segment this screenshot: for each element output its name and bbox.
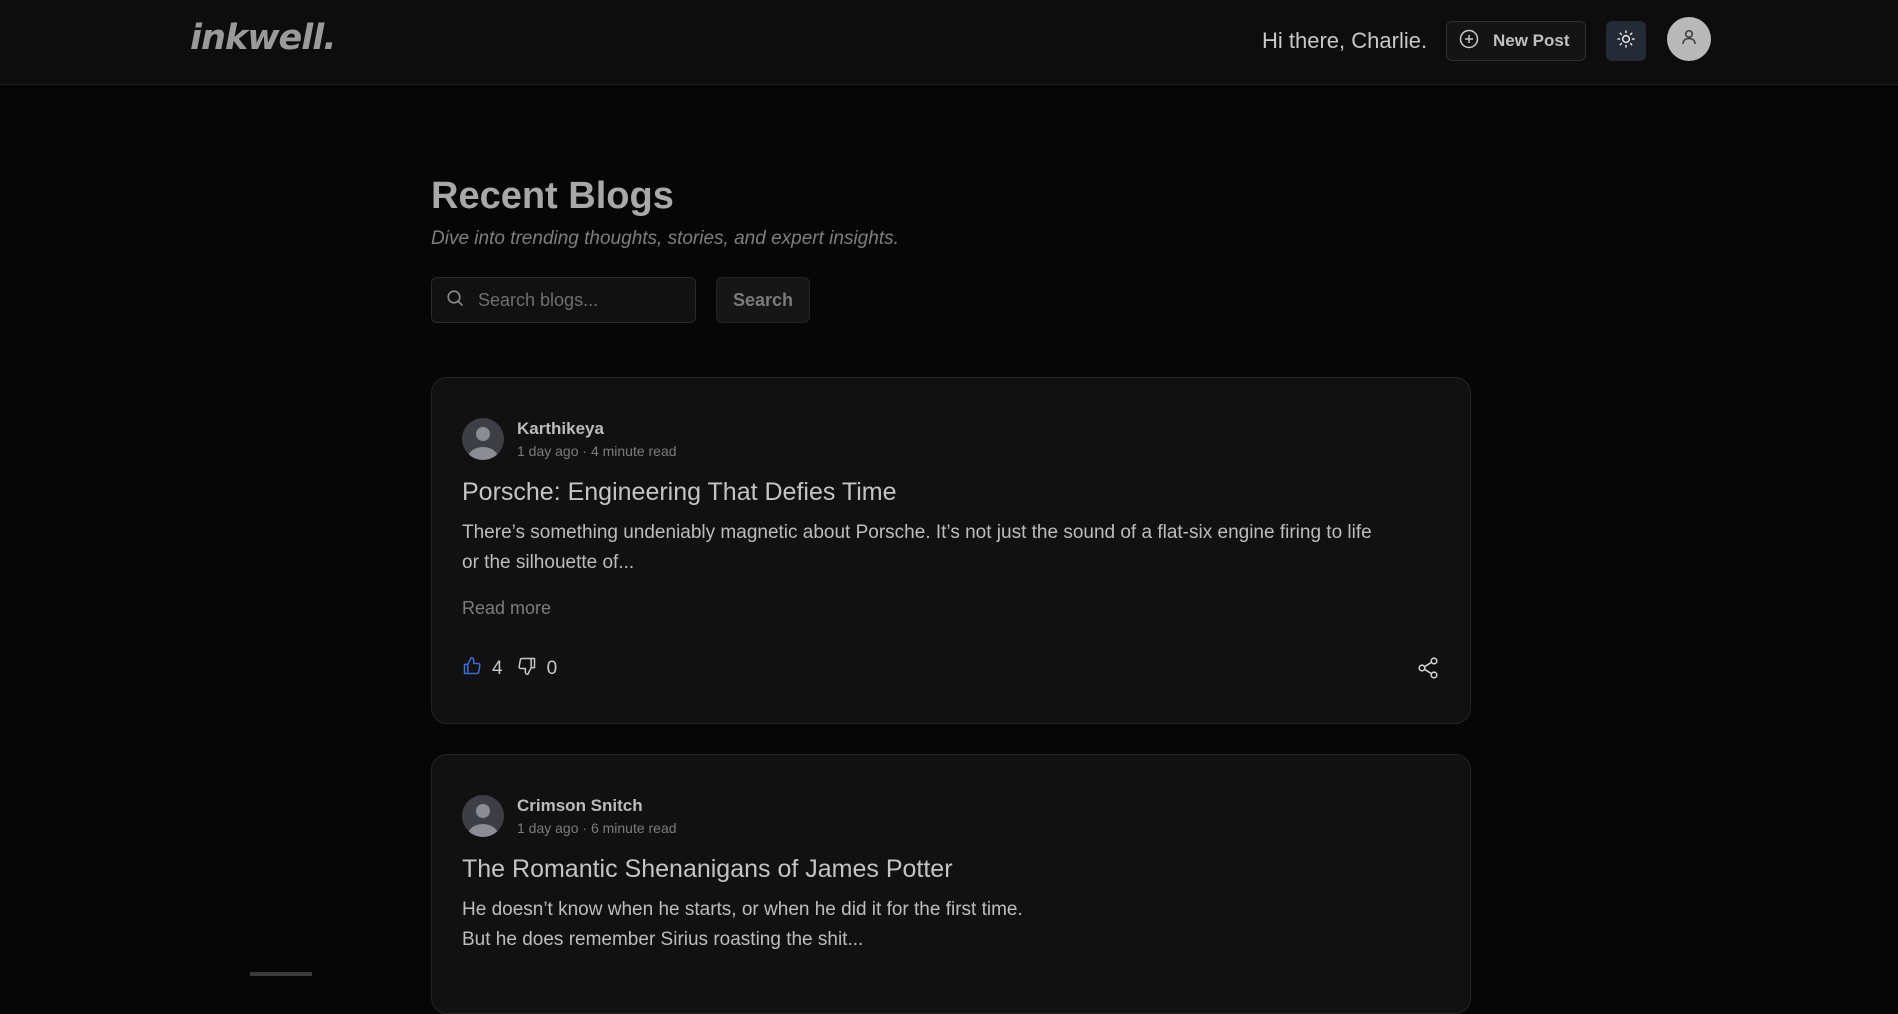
post-meta: 1 day ago · 6 minute read bbox=[517, 820, 677, 836]
read-more-link[interactable]: Read more bbox=[462, 598, 551, 619]
author-row: Crimson Snitch 1 day ago · 6 minute read bbox=[462, 795, 677, 837]
new-post-button[interactable]: New Post bbox=[1446, 21, 1586, 61]
post-title[interactable]: Porsche: Engineering That Defies Time bbox=[462, 478, 897, 507]
post-excerpt: He doesn’t know when he starts, or when … bbox=[462, 899, 1023, 950]
post-title[interactable]: The Romantic Shenanigans of James Potter bbox=[462, 855, 953, 884]
user-icon bbox=[1680, 28, 1698, 51]
plus-circle-icon bbox=[1459, 29, 1479, 54]
theme-toggle-button[interactable] bbox=[1606, 21, 1646, 61]
author-name[interactable]: Karthikeya bbox=[517, 419, 677, 439]
author-avatar[interactable] bbox=[462, 418, 504, 460]
user-greeting: Hi there, Charlie. bbox=[1262, 28, 1428, 53]
blog-post-card[interactable]: Crimson Snitch 1 day ago · 6 minute read… bbox=[431, 754, 1471, 1014]
post-excerpt: There’s something undeniably magnetic ab… bbox=[462, 522, 1372, 573]
dislike-count: 0 bbox=[546, 658, 558, 679]
page-title: Recent Blogs bbox=[431, 175, 674, 217]
post-reactions: 4 0 bbox=[462, 656, 561, 682]
share-button[interactable] bbox=[1416, 656, 1440, 685]
post-meta: 1 day ago · 4 minute read bbox=[517, 443, 677, 459]
search-box[interactable] bbox=[431, 277, 696, 323]
search-input[interactable] bbox=[476, 288, 676, 312]
user-avatar-button[interactable] bbox=[1667, 17, 1711, 61]
site-logo[interactable]: inkwell. bbox=[190, 18, 337, 58]
new-post-label: New Post bbox=[1493, 31, 1570, 50]
thumbs-down-icon[interactable] bbox=[517, 656, 537, 682]
sun-icon bbox=[1617, 29, 1635, 53]
top-navigation-bar: inkwell. Hi there, Charlie. New Post bbox=[0, 0, 1898, 85]
author-avatar[interactable] bbox=[462, 795, 504, 837]
blog-post-card[interactable]: Karthikeya 1 day ago · 4 minute read Por… bbox=[431, 377, 1471, 724]
main-content: Recent Blogs Dive into trending thoughts… bbox=[431, 170, 1471, 323]
search-row: Search bbox=[431, 277, 1471, 323]
share-icon bbox=[1416, 657, 1440, 684]
search-button[interactable]: Search bbox=[716, 277, 810, 323]
thumbs-up-icon[interactable] bbox=[462, 656, 482, 682]
author-name[interactable]: Crimson Snitch bbox=[517, 796, 677, 816]
like-count: 4 bbox=[492, 658, 503, 679]
horizontal-scrollbar-thumb[interactable] bbox=[250, 972, 312, 976]
page-subtitle: Dive into trending thoughts, stories, an… bbox=[431, 228, 899, 249]
author-row: Karthikeya 1 day ago · 4 minute read bbox=[462, 418, 677, 460]
search-icon bbox=[446, 289, 464, 312]
